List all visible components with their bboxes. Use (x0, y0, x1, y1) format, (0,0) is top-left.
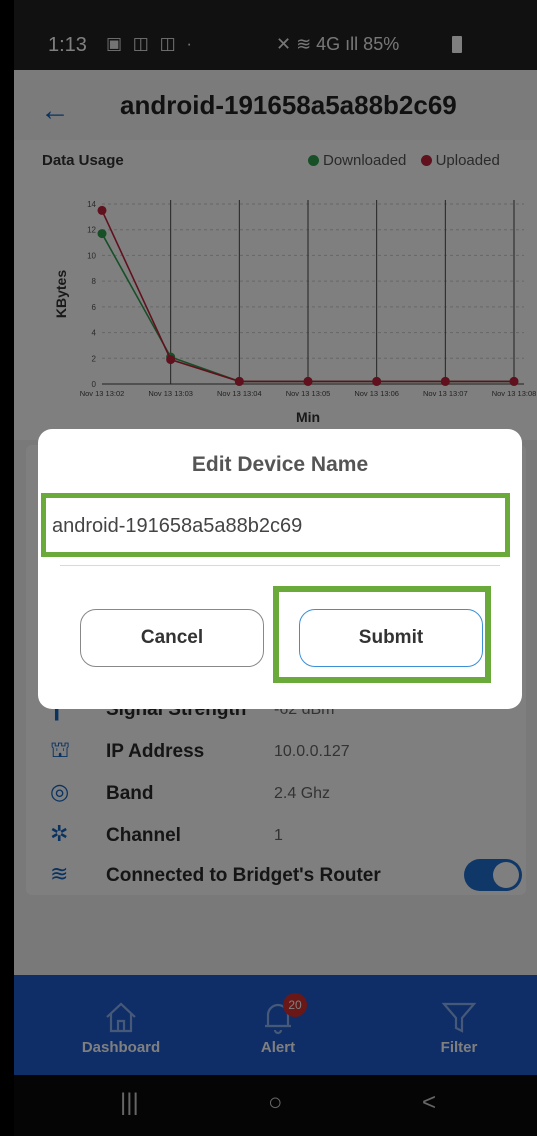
input-highlight-box (41, 493, 510, 557)
device-name-input[interactable] (52, 510, 502, 542)
phone-screen: 1:13 ▣ ◫ ◫ · ✕ ≋ 4G ıll 85% ← android-19… (14, 0, 537, 1136)
edit-device-name-dialog: Edit Device Name Cancel Submit (38, 429, 522, 709)
cancel-button[interactable]: Cancel (80, 609, 264, 667)
input-underline (60, 565, 500, 566)
submit-button[interactable]: Submit (299, 609, 483, 667)
dialog-title: Edit Device Name (191, 453, 369, 476)
